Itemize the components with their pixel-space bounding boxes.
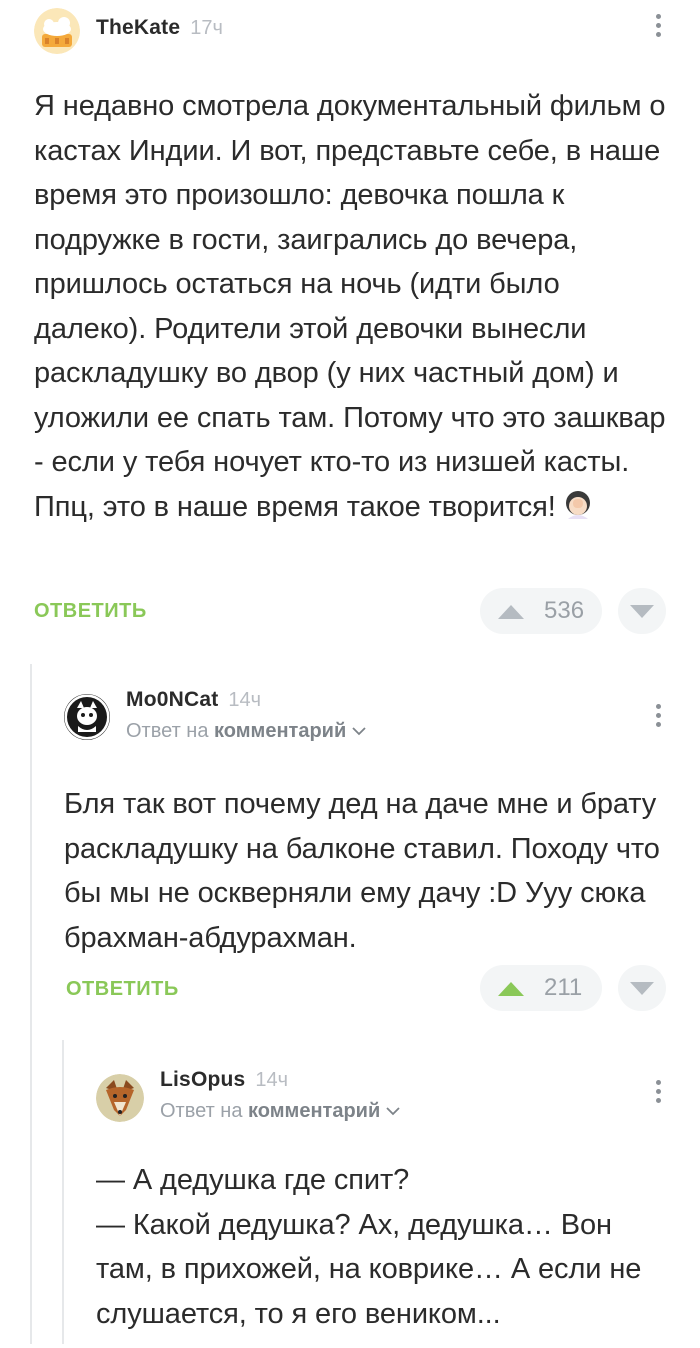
reply-button[interactable]: ОТВЕТИТЬ <box>34 600 147 623</box>
avatar-lisopus[interactable] <box>96 1074 144 1122</box>
comment-header: TheKate 17ч <box>34 8 223 54</box>
fox-avatar-icon <box>96 1074 144 1122</box>
comment-header: Mo0NCat 14ч Ответ на комментарий <box>64 688 366 743</box>
chevron-down-icon[interactable] <box>386 1107 400 1116</box>
comment-paragraph: Бля так вот почему дед на даче мне и бра… <box>64 788 660 954</box>
cat-avatar-icon <box>64 694 110 740</box>
comment-paragraph: — А дедушка где спит? <box>96 1164 410 1196</box>
downvote-icon <box>630 605 654 618</box>
comment-time: 14ч <box>228 689 262 711</box>
reply-to-prefix: Ответ на <box>160 1100 243 1122</box>
comment-time: 17ч <box>190 17 223 39</box>
upvote-icon[interactable] <box>496 601 526 621</box>
rating-control: 536 <box>480 588 602 634</box>
comment-text: Бля так вот почему дед на даче мне и бра… <box>64 782 674 960</box>
cupcake-avatar-icon <box>34 8 80 54</box>
rating-count: 536 <box>544 597 585 624</box>
thread-line <box>30 664 32 1344</box>
author-name[interactable]: TheKate <box>96 16 180 40</box>
comment-text: — А дедушка где спит? — Какой дедушка? А… <box>96 1158 676 1336</box>
downvote-button[interactable] <box>618 588 666 634</box>
reply-to-comment-link[interactable]: комментарий <box>248 1100 380 1122</box>
facepalm-emoji-icon <box>565 490 590 519</box>
author-name[interactable]: LisOpus <box>160 1068 245 1092</box>
reply-to-line: Ответ на комментарий <box>160 1100 400 1123</box>
comment-time: 14ч <box>255 1069 289 1091</box>
downvote-icon <box>630 982 654 995</box>
more-menu-icon[interactable] <box>653 704 663 727</box>
comment-paragraph: — Какой дедушка? Ах, дедушка… Вон там, в… <box>96 1208 642 1330</box>
upvote-icon[interactable] <box>496 978 526 998</box>
reply-to-prefix: Ответ на <box>126 720 209 742</box>
comment-paragraph: Я недавно смотрела документальный фильм … <box>34 90 666 523</box>
comment-header: LisOpus 14ч Ответ на комментарий <box>96 1068 400 1123</box>
comment-text: Я недавно смотрела документальный фильм … <box>34 84 674 529</box>
author-name[interactable]: Mo0NCat <box>126 688 218 712</box>
chevron-down-icon[interactable] <box>352 727 366 736</box>
avatar-mo0ncat[interactable] <box>64 694 110 740</box>
reply-to-line: Ответ на комментарий <box>126 720 366 743</box>
rating-control: 211 <box>480 965 602 1011</box>
downvote-button[interactable] <box>618 965 666 1011</box>
more-menu-icon[interactable] <box>653 1080 663 1103</box>
reply-to-comment-link[interactable]: комментарий <box>214 720 346 742</box>
thread-line-nested <box>62 1040 64 1344</box>
more-menu-icon[interactable] <box>653 14 663 37</box>
avatar-thekate[interactable] <box>34 8 80 54</box>
reply-button[interactable]: ОТВЕТИТЬ <box>66 978 179 1001</box>
rating-count: 211 <box>544 974 583 1001</box>
